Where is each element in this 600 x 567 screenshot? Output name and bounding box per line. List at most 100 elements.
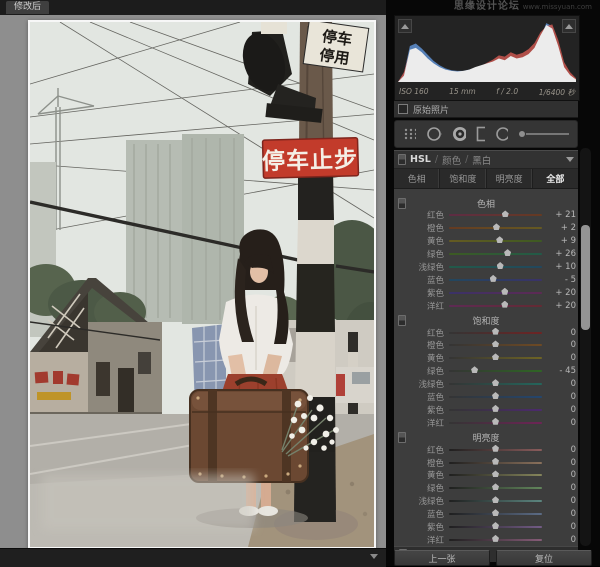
slider-value[interactable]: + 9 bbox=[548, 236, 576, 246]
slider-value[interactable]: 0 bbox=[548, 535, 576, 545]
slider-thumb[interactable] bbox=[501, 300, 509, 308]
slider-value[interactable]: 0 bbox=[548, 328, 576, 338]
slider-thumb[interactable] bbox=[501, 287, 509, 295]
after-view-tab[interactable]: 修改后 bbox=[6, 1, 50, 14]
slider-thumb[interactable] bbox=[504, 249, 512, 257]
slider-thumb[interactable] bbox=[492, 496, 499, 504]
hsl-tab-2[interactable]: 明亮度 bbox=[487, 169, 533, 188]
lum-blue-slider-track[interactable] bbox=[449, 509, 542, 517]
slider-thumb[interactable] bbox=[489, 274, 497, 282]
graduated-filter-icon[interactable] bbox=[476, 126, 486, 142]
hue-purple-slider-track[interactable] bbox=[449, 287, 542, 295]
spot-removal-icon[interactable] bbox=[426, 125, 443, 143]
slider-thumb[interactable] bbox=[496, 262, 504, 269]
red-eye-icon[interactable] bbox=[452, 126, 466, 142]
hue-aqua-slider-track[interactable] bbox=[449, 262, 542, 269]
slider-value[interactable]: 0 bbox=[548, 418, 576, 428]
slider-value[interactable]: + 10 bbox=[548, 262, 576, 272]
sat-red-slider-track[interactable] bbox=[449, 327, 542, 335]
slider-value[interactable]: 0 bbox=[548, 353, 576, 363]
sat-green-slider-track[interactable] bbox=[449, 366, 542, 374]
panel-switch-icon[interactable] bbox=[398, 154, 406, 165]
previous-button[interactable]: 上一张 bbox=[394, 550, 490, 566]
sat-purple-slider-track[interactable] bbox=[449, 404, 542, 412]
slider-value[interactable]: 0 bbox=[548, 496, 576, 506]
radial-filter-icon[interactable] bbox=[495, 126, 509, 142]
crop-tool-icon[interactable] bbox=[403, 127, 417, 141]
slider-value[interactable]: 0 bbox=[548, 405, 576, 415]
slider-thumb[interactable] bbox=[492, 534, 499, 542]
sat-yellow-slider-track[interactable] bbox=[449, 353, 542, 361]
reset-button[interactable]: 复位 bbox=[496, 550, 592, 566]
slider-thumb[interactable] bbox=[492, 457, 499, 465]
color-title[interactable]: 颜色 bbox=[442, 153, 461, 167]
lum-purple-slider-track[interactable] bbox=[449, 522, 542, 530]
slider-value[interactable]: 0 bbox=[548, 445, 576, 455]
slider-value[interactable]: 0 bbox=[548, 458, 576, 468]
slider-value[interactable]: 0 bbox=[548, 522, 576, 532]
toolbar-caret-icon[interactable] bbox=[370, 554, 378, 559]
panel-scrollbar-track[interactable] bbox=[580, 148, 591, 546]
slider-thumb[interactable] bbox=[492, 392, 499, 400]
slider-thumb[interactable] bbox=[492, 417, 499, 425]
slider-thumb[interactable] bbox=[492, 340, 499, 348]
slider-thumb[interactable] bbox=[471, 366, 479, 374]
sat-aqua-slider-track[interactable] bbox=[449, 379, 542, 387]
slider-value[interactable]: + 20 bbox=[548, 288, 576, 298]
slider-value[interactable]: 0 bbox=[548, 470, 576, 480]
sat-orange-slider-track[interactable] bbox=[449, 340, 542, 348]
adjustment-brush-icon[interactable] bbox=[518, 128, 570, 140]
slider-value[interactable]: + 2 bbox=[548, 223, 576, 233]
slider-thumb[interactable] bbox=[492, 522, 499, 530]
photo-canvas[interactable]: 停车 停用 停车止步 bbox=[28, 20, 376, 549]
lum-green-slider-track[interactable] bbox=[449, 483, 542, 491]
hue-orange-slider-track[interactable] bbox=[449, 223, 542, 231]
slider-thumb[interactable] bbox=[492, 327, 499, 335]
slider-value[interactable]: 0 bbox=[548, 392, 576, 402]
slider-thumb[interactable] bbox=[501, 210, 509, 218]
hue-yellow-slider-track[interactable] bbox=[449, 236, 542, 244]
hsl-panel-header[interactable]: HSL / 颜色 / 黑白 bbox=[394, 150, 578, 169]
sat-magenta-slider-track[interactable] bbox=[449, 417, 542, 425]
slider-value[interactable]: + 20 bbox=[548, 301, 576, 311]
hue-magenta-slider-track[interactable] bbox=[449, 300, 542, 308]
section-switch-icon[interactable] bbox=[398, 197, 406, 209]
lum-red-slider-track[interactable] bbox=[449, 444, 542, 452]
slider-value[interactable]: 0 bbox=[548, 483, 576, 493]
slider-thumb[interactable] bbox=[492, 509, 499, 517]
slider-thumb[interactable] bbox=[492, 353, 499, 361]
section-switch-icon[interactable] bbox=[398, 314, 406, 326]
slider-thumb[interactable] bbox=[492, 223, 500, 231]
lum-orange-slider-track[interactable] bbox=[449, 457, 542, 465]
lum-magenta-slider-track[interactable] bbox=[449, 534, 542, 542]
slider-value[interactable]: 0 bbox=[548, 509, 576, 519]
slider-value[interactable]: - 5 bbox=[548, 275, 576, 285]
slider-thumb[interactable] bbox=[492, 444, 499, 452]
panel-collapse-caret-icon[interactable] bbox=[566, 157, 574, 162]
hsl-tab-3[interactable]: 全部 bbox=[533, 169, 578, 188]
hue-blue-slider-track[interactable] bbox=[449, 274, 542, 282]
slider-value[interactable]: + 21 bbox=[548, 210, 576, 220]
histogram-chart[interactable] bbox=[398, 20, 576, 82]
lum-aqua-slider-track[interactable] bbox=[449, 496, 542, 504]
slider-value[interactable]: 0 bbox=[548, 379, 576, 389]
hue-red-slider-track[interactable] bbox=[449, 210, 542, 218]
panel-scrollbar-thumb[interactable] bbox=[581, 225, 590, 330]
hsl-tab-0[interactable]: 色相 bbox=[394, 169, 441, 188]
lum-yellow-slider-track[interactable] bbox=[449, 470, 542, 478]
original-photo-checkbox[interactable] bbox=[398, 104, 408, 114]
bw-title[interactable]: 黑白 bbox=[472, 153, 491, 167]
sat-blue-slider-track[interactable] bbox=[449, 392, 542, 400]
hue-green-slider-track[interactable] bbox=[449, 249, 542, 257]
slider-thumb[interactable] bbox=[492, 470, 499, 478]
slider-value[interactable]: 0 bbox=[548, 340, 576, 350]
slider-thumb[interactable] bbox=[492, 379, 499, 387]
slider-value[interactable]: + 26 bbox=[548, 249, 576, 259]
slider-label: 紫色 bbox=[426, 523, 444, 534]
slider-thumb[interactable] bbox=[492, 483, 499, 491]
slider-thumb[interactable] bbox=[492, 404, 499, 412]
section-switch-icon[interactable] bbox=[398, 431, 406, 443]
slider-thumb[interactable] bbox=[496, 236, 504, 244]
hsl-tab-1[interactable]: 饱和度 bbox=[440, 169, 487, 188]
slider-value[interactable]: - 45 bbox=[548, 366, 576, 376]
